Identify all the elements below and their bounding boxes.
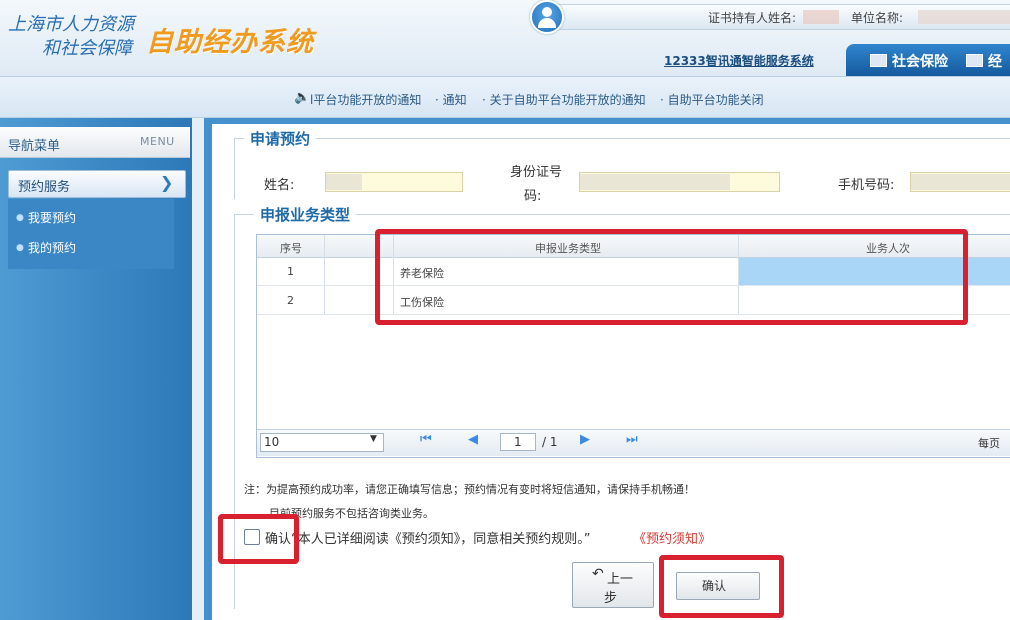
col-header-no: 序号 <box>280 242 302 255</box>
notice-item-3[interactable]: · 关于自助平台功能开放的通知 <box>482 91 646 108</box>
tab-next-label: 经 <box>988 54 1002 70</box>
annotation-box-business-type <box>375 229 968 325</box>
agree-text: 确认“本人已详细阅读《预约须知》，同意相关预约规则。” <box>265 532 591 547</box>
sidebar-item-make-appointment[interactable]: 我要预约 <box>28 209 76 226</box>
row1-no: 1 <box>287 265 294 278</box>
per-page-label: 每页 <box>978 437 1000 450</box>
chevron-right-icon: ❯ <box>160 173 174 192</box>
system-title: 自助经办系统 <box>146 27 314 58</box>
phone-field[interactable] <box>910 172 1010 192</box>
nav-title: 导航菜单 <box>8 139 61 154</box>
document-icon <box>966 54 983 67</box>
cert-holder-value-redacted <box>803 10 839 24</box>
notice-item-4[interactable]: · 自助平台功能关闭 <box>660 91 764 108</box>
notice-item-2[interactable]: · 通知 <box>435 91 467 108</box>
user-avatar-icon <box>530 0 564 34</box>
prev-step-label: 上一 <box>607 572 634 587</box>
bullet-icon: ● <box>16 213 24 223</box>
dropdown-arrow-icon: ▼ <box>370 434 377 444</box>
logo-line2: 和社会保障 <box>42 38 132 59</box>
prev-step-label-2: 步 <box>604 591 618 606</box>
annotation-box-confirm <box>659 555 784 618</box>
page-size-value: 10 <box>264 435 280 449</box>
tab-next[interactable]: 经 <box>966 51 1002 71</box>
next-page-icon[interactable]: ▶ <box>580 432 590 447</box>
page-number-value: 1 <box>514 435 522 449</box>
sidebar-item-my-appointments[interactable]: 我的预约 <box>28 239 76 256</box>
unit-name-label: 单位名称: <box>851 11 904 25</box>
note-text: 注：为提高预约成功率，请您正确填写信息；预约情况有变时将短信通知，请保持手机畅通… <box>244 483 695 496</box>
module-tabs: 社会保险 经 <box>846 44 1010 76</box>
tab-social-insurance[interactable]: 社会保险 <box>870 51 948 71</box>
phone-label: 手机号码: <box>838 178 895 193</box>
name-field[interactable] <box>325 172 463 192</box>
sidebar-group-label: 预约服务 <box>18 180 71 195</box>
cert-holder-label: 证书持有人姓名: <box>708 11 797 25</box>
smart-service-link[interactable]: 12333智讯通智能服务系统 <box>664 52 814 69</box>
last-page-icon[interactable]: ⏭ <box>626 432 638 447</box>
speaker-icon: 🔈 <box>294 90 311 105</box>
undo-arrow-icon: ↶ <box>592 566 604 582</box>
business-type-legend: 申报业务类型 <box>254 204 357 225</box>
id-label-line1: 身份证号 <box>510 165 563 180</box>
annotation-box-checkbox <box>218 514 299 564</box>
id-number-field[interactable] <box>579 172 780 192</box>
bullet-icon: ● <box>16 243 24 253</box>
page-total: / 1 <box>542 435 558 449</box>
logo-line1: 上海市人力资源 <box>8 14 134 35</box>
apply-legend: 申请预约 <box>244 128 317 149</box>
prev-page-icon[interactable]: ◀ <box>468 432 478 447</box>
id-label-line2: 码: <box>524 189 542 204</box>
grid-divider <box>324 235 325 315</box>
row2-no: 2 <box>287 294 294 307</box>
folder-icon <box>870 54 887 67</box>
notice-item-1[interactable]: l平台功能开放的通知 <box>310 91 421 108</box>
nav-menu-label: MENU <box>140 135 175 148</box>
unit-name-value-redacted <box>918 10 1010 24</box>
name-label: 姓名: <box>264 178 295 193</box>
tab-social-insurance-label: 社会保险 <box>892 54 948 70</box>
first-page-icon[interactable]: ⏮ <box>420 432 432 447</box>
appointment-notice-link[interactable]: 《预约须知》 <box>633 528 711 547</box>
